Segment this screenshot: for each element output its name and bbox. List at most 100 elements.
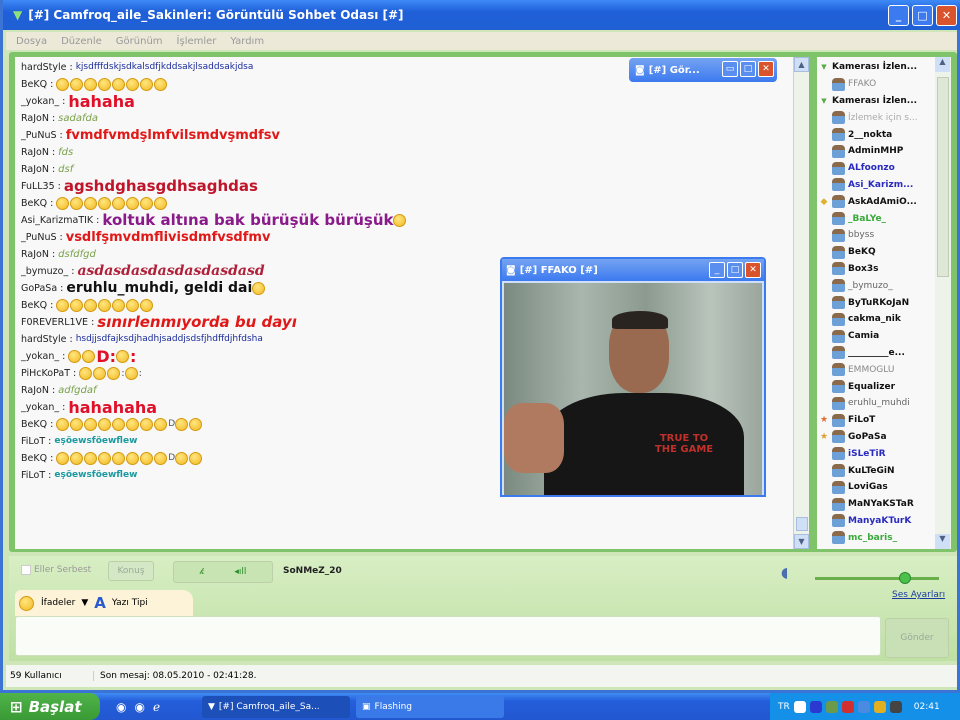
chat-message: FuLL35 : agshdghasgdhsaghdas	[21, 178, 787, 195]
speaker-icon[interactable]: ◖	[781, 565, 797, 585]
user-list-item[interactable]: _________e...	[817, 345, 937, 362]
taskbar-item-camfrog[interactable]: ▼ [#] Camfroq_aile_Sa...	[202, 696, 350, 718]
tray-icon[interactable]	[873, 700, 886, 713]
user-list-scrollbar[interactable]: ▲ ▼	[935, 57, 951, 549]
user-list-item[interactable]: mc_baris_	[817, 529, 937, 546]
maximize-button[interactable]: □	[740, 61, 756, 77]
tray-icon[interactable]	[825, 700, 838, 713]
title-bar[interactable]: ▼ [#] Camfroq_aile_Sakinleri: Görüntülü …	[3, 0, 960, 30]
user-list-item[interactable]: ★ GoPaSa	[817, 429, 937, 446]
system-tray: TR 02:41	[770, 693, 960, 720]
message-text: :	[138, 368, 142, 379]
message-nick: BeKQ :	[21, 453, 54, 464]
scroll-up-arrow-icon[interactable]: ▲	[935, 57, 950, 72]
user-list-item[interactable]: LoviGas	[817, 479, 937, 496]
user-list[interactable]: ▼ Kamerası İzlen... FFAKO ▼ Kamerası İzlen..…	[817, 57, 937, 549]
user-list-item[interactable]: BeKQ	[817, 244, 937, 261]
restore-button[interactable]: ▭	[722, 61, 738, 77]
message-text: adfgdaf	[58, 385, 97, 396]
volume-slider-handle[interactable]	[899, 572, 911, 584]
menu-edit[interactable]: Düzenle	[61, 36, 102, 47]
tray-icon[interactable]	[857, 700, 870, 713]
volume-icon[interactable]: ◂ıll	[234, 567, 246, 577]
user-list-item[interactable]: ManyaKTurK	[817, 513, 937, 530]
user-list-item[interactable]: Equalizer	[817, 378, 937, 395]
user-list-item[interactable]: iSLeTiR	[817, 445, 937, 462]
user-list-item[interactable]: eruhlu_muhdi	[817, 395, 937, 412]
user-list-item[interactable]: FFAKO	[817, 76, 937, 93]
scroll-thumb[interactable]	[937, 77, 949, 277]
taskbar-item-flashing[interactable]: ▣ Flashing	[356, 696, 504, 718]
user-list-item[interactable]: bbyss	[817, 227, 937, 244]
user-list-item[interactable]: Asi_Karizm...	[817, 177, 937, 194]
user-icon	[832, 363, 845, 377]
menu-actions[interactable]: İşlemler	[177, 36, 217, 47]
tray-icon[interactable]	[809, 700, 822, 713]
ie-icon[interactable]: ℯ	[153, 700, 160, 714]
tray-icon[interactable]	[793, 700, 806, 713]
user-list-item[interactable]: ★ FiLoT	[817, 412, 937, 429]
user-list-item[interactable]: Box3s	[817, 261, 937, 278]
start-button[interactable]: ⊞ Başlat	[0, 693, 100, 720]
close-button[interactable]: ✕	[745, 262, 761, 278]
menu-file[interactable]: Dosya	[16, 36, 47, 47]
volume-slider[interactable]	[815, 572, 939, 584]
talk-button[interactable]: Konuş	[108, 561, 154, 581]
font-button[interactable]: Yazı Tipi	[112, 598, 148, 608]
user-name: AdminMHP	[848, 146, 904, 157]
dropdown-arrow-icon[interactable]: ▼	[81, 598, 88, 608]
hands-free-checkbox[interactable]: Eller Serbest	[21, 565, 91, 575]
menu-view[interactable]: Görünüm	[116, 36, 163, 47]
user-list-item[interactable]: ByTuRKoJaN	[817, 294, 937, 311]
user-list-item[interactable]: ◆ AskAdAmiO...	[817, 193, 937, 210]
video-window[interactable]: ◙ [#] FFAKO [#] _ □ ✕ TRUE TO THE GAME	[500, 257, 766, 497]
scroll-down-arrow-icon[interactable]: ▼	[935, 534, 950, 549]
tray-icon[interactable]	[841, 700, 854, 713]
user-name: FiLoT	[848, 415, 876, 426]
user-list-item[interactable]: KuLTeGiN	[817, 462, 937, 479]
user-list-item[interactable]: _BaLYe_	[817, 210, 937, 227]
scroll-thumb[interactable]	[796, 517, 808, 531]
smiley-icon	[175, 452, 189, 465]
chat-scrollbar[interactable]: ▲ ▼	[793, 57, 809, 549]
tray-icon[interactable]	[889, 700, 902, 713]
language-indicator[interactable]: TR	[778, 702, 790, 712]
minimized-video-window[interactable]: ◙ [#] Gör... ▭ □ ✕	[629, 58, 777, 82]
user-list-item[interactable]: Camia	[817, 328, 937, 345]
close-button[interactable]: ✕	[758, 61, 774, 77]
sound-settings-link[interactable]: Ses Ayarları	[892, 590, 945, 600]
message-text: sadafda	[58, 113, 98, 124]
user-list-item[interactable]: 2__nokta	[817, 126, 937, 143]
close-button[interactable]: ✕	[936, 5, 957, 26]
message-text: dsfdfgd	[58, 249, 96, 260]
user-name: Camia	[848, 331, 880, 342]
minimize-button[interactable]: _	[709, 262, 725, 278]
minimize-button[interactable]: _	[888, 5, 909, 26]
user-list-item[interactable]: _bymuzo_	[817, 277, 937, 294]
smiley-icon	[126, 299, 140, 312]
maximize-button[interactable]: □	[727, 262, 743, 278]
user-list-item[interactable]: AdminMHP	[817, 143, 937, 160]
send-button[interactable]: Gönder	[885, 618, 949, 658]
message-input[interactable]	[15, 616, 881, 656]
menu-help[interactable]: Yardım	[230, 36, 264, 47]
user-list-item[interactable]: cakma_nik	[817, 311, 937, 328]
smiley-icon	[112, 197, 126, 210]
firefox-icon[interactable]: ◉	[134, 700, 144, 714]
smiley-icon[interactable]	[19, 595, 34, 611]
font-icon[interactable]: A	[94, 594, 106, 612]
user-list-item[interactable]: İzlemek için s...	[817, 109, 937, 126]
user-name: eruhlu_muhdi	[848, 398, 910, 409]
scroll-up-arrow-icon[interactable]: ▲	[794, 57, 809, 72]
browser-icon[interactable]: ◉	[116, 700, 126, 714]
user-list-item[interactable]: ALfoonzo	[817, 160, 937, 177]
scroll-down-arrow-icon[interactable]: ▼	[794, 534, 809, 549]
user-group-header[interactable]: ▼ Kamerası İzlen...	[817, 59, 937, 76]
emotes-button[interactable]: İfadeler	[41, 598, 75, 608]
user-group-header[interactable]: ▼ Kamerası İzlen...	[817, 93, 937, 110]
user-list-item[interactable]: EMMOGLU	[817, 361, 937, 378]
mic-icon[interactable]: 𝓀	[200, 567, 205, 577]
maximize-button[interactable]: □	[912, 5, 933, 26]
user-list-item[interactable]: MaNYaKSTaR	[817, 496, 937, 513]
voice-controls[interactable]: 𝓀 ◂ıll	[173, 561, 273, 583]
